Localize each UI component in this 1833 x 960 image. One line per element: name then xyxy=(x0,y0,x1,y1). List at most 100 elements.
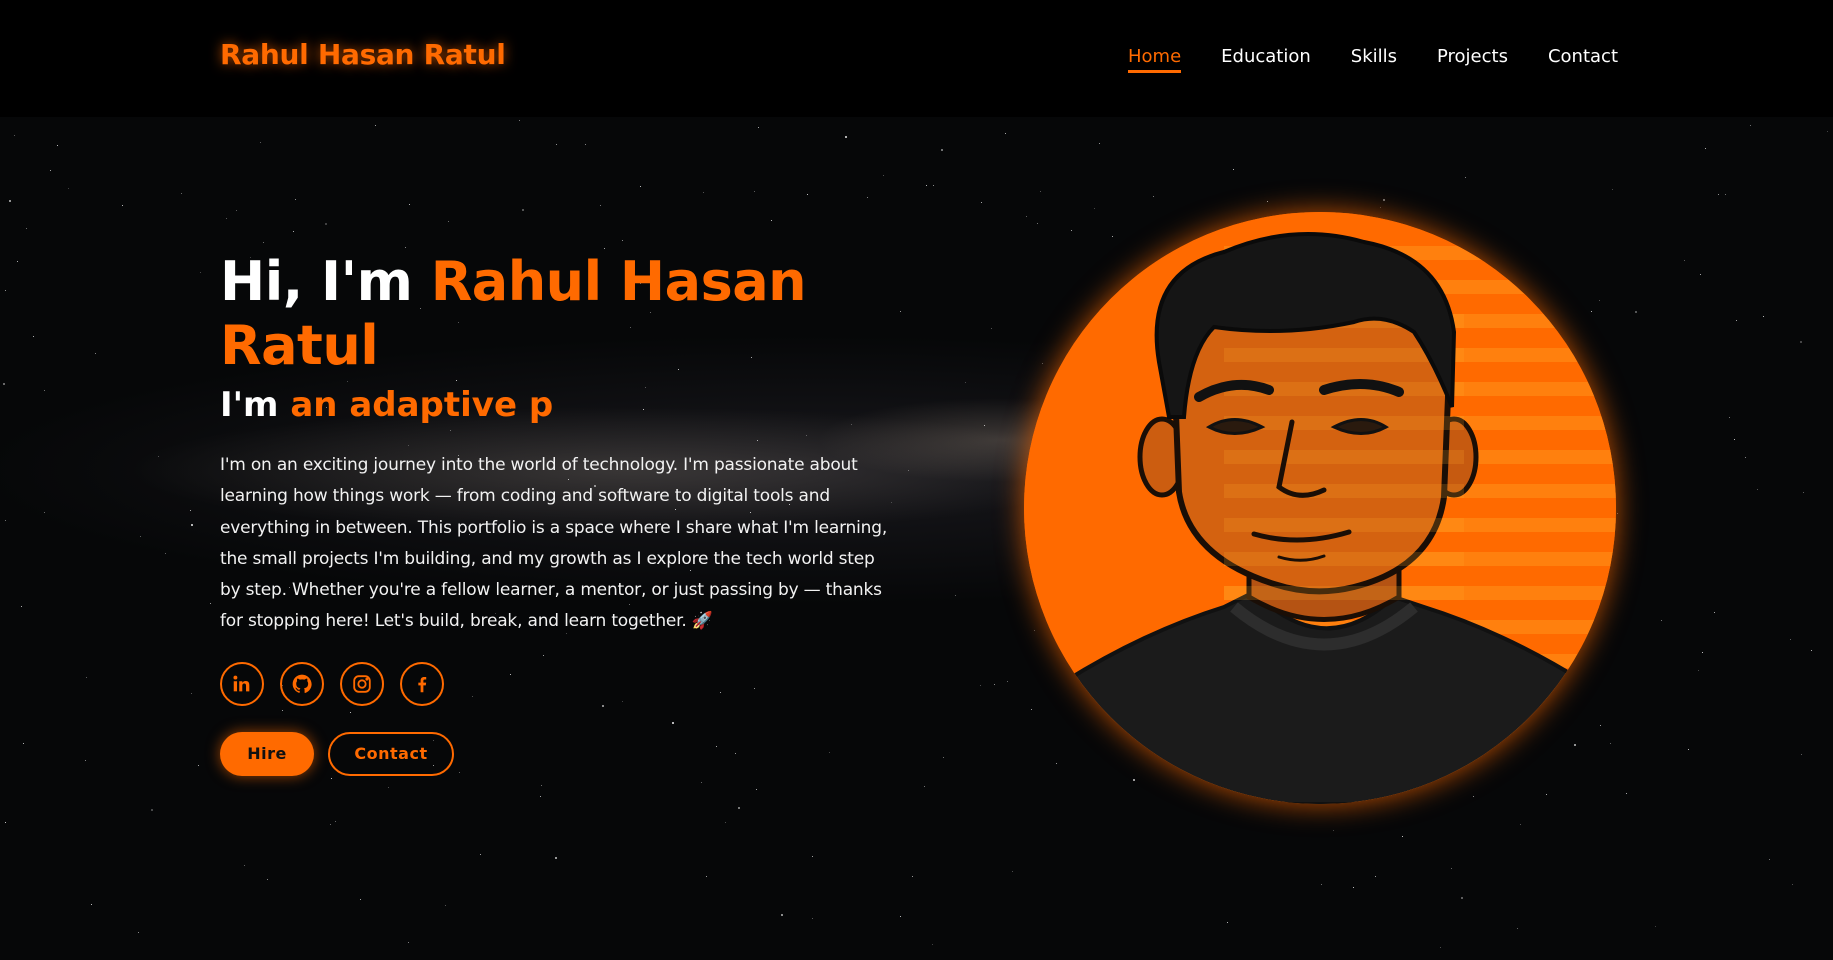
instagram-icon xyxy=(353,675,371,693)
star xyxy=(845,136,847,138)
star xyxy=(807,194,808,195)
star xyxy=(158,456,159,457)
star xyxy=(1031,709,1032,710)
contact-button[interactable]: Contact xyxy=(328,731,454,776)
star xyxy=(1626,793,1627,794)
star xyxy=(14,135,15,136)
star xyxy=(335,821,336,822)
star xyxy=(1112,236,1113,237)
star xyxy=(1333,830,1334,831)
star xyxy=(293,231,294,232)
star xyxy=(21,606,22,607)
star xyxy=(1227,922,1228,923)
nav-projects[interactable]: Projects xyxy=(1437,46,1508,73)
star xyxy=(943,757,944,758)
star xyxy=(519,120,520,121)
star xyxy=(600,205,601,206)
star xyxy=(908,470,909,471)
star xyxy=(138,932,139,933)
star xyxy=(1827,131,1828,132)
star xyxy=(900,311,901,312)
hero-actions: Hire Contact xyxy=(220,731,900,776)
star xyxy=(1005,133,1006,134)
star xyxy=(1461,897,1463,899)
star xyxy=(1153,196,1154,197)
star xyxy=(5,822,6,823)
star xyxy=(900,916,901,917)
hero-role: I'm an adaptive p xyxy=(220,384,900,426)
nav-contact[interactable]: Contact xyxy=(1548,46,1618,73)
star xyxy=(556,144,557,145)
star xyxy=(330,824,331,825)
instagram-link[interactable] xyxy=(340,661,384,706)
star xyxy=(1465,177,1466,178)
star xyxy=(1684,260,1685,261)
role-prefix: I'm xyxy=(220,385,291,425)
linkedin-link[interactable] xyxy=(220,661,264,706)
star xyxy=(1705,148,1706,149)
star xyxy=(1383,199,1385,201)
star xyxy=(95,353,96,354)
star xyxy=(1042,363,1043,364)
linkedin-icon xyxy=(233,675,250,692)
star xyxy=(912,876,913,877)
star xyxy=(1094,208,1095,209)
star xyxy=(703,192,704,193)
star xyxy=(1037,223,1038,224)
star xyxy=(771,220,772,221)
nav-education[interactable]: Education xyxy=(1221,46,1311,73)
star xyxy=(68,188,69,189)
hire-button[interactable]: Hire xyxy=(220,731,314,776)
star xyxy=(9,200,11,202)
brand-logo[interactable]: Rahul Hasan Ratul xyxy=(220,38,506,71)
star xyxy=(955,595,956,596)
star xyxy=(405,247,406,248)
nav-home[interactable]: Home xyxy=(1127,46,1182,73)
star xyxy=(1792,884,1793,885)
star xyxy=(91,904,92,905)
star xyxy=(1056,763,1057,764)
star xyxy=(1790,639,1791,640)
star xyxy=(5,290,6,291)
star xyxy=(190,510,191,511)
social-links xyxy=(220,661,900,706)
star xyxy=(926,185,927,186)
star xyxy=(758,127,759,128)
star xyxy=(522,209,524,211)
star xyxy=(5,520,6,521)
github-link[interactable] xyxy=(280,661,324,706)
star xyxy=(1402,836,1403,837)
star xyxy=(480,854,481,855)
star xyxy=(151,809,153,811)
star xyxy=(981,202,982,203)
star xyxy=(1353,887,1354,888)
star xyxy=(191,524,193,526)
star xyxy=(44,512,45,513)
star xyxy=(1473,796,1474,797)
star xyxy=(1745,457,1746,458)
star xyxy=(1099,143,1100,144)
star xyxy=(1661,620,1662,621)
nav-skills[interactable]: Skills xyxy=(1351,46,1397,73)
star xyxy=(122,205,123,206)
facebook-icon xyxy=(418,676,427,693)
role-typed-text: an adaptive p xyxy=(290,385,554,425)
star xyxy=(883,175,884,176)
star xyxy=(924,786,925,787)
star xyxy=(210,603,211,604)
star xyxy=(325,223,327,225)
star xyxy=(1071,230,1072,231)
star xyxy=(1736,320,1737,321)
star xyxy=(1451,868,1452,869)
avatar-illustration xyxy=(1024,212,1616,804)
star xyxy=(1267,201,1268,202)
star xyxy=(244,865,245,866)
star xyxy=(263,242,264,243)
star xyxy=(756,789,757,790)
star xyxy=(1803,492,1804,493)
facebook-link[interactable] xyxy=(400,661,444,706)
star xyxy=(1718,194,1719,195)
star xyxy=(17,261,18,262)
star xyxy=(980,685,981,686)
star xyxy=(604,248,605,249)
